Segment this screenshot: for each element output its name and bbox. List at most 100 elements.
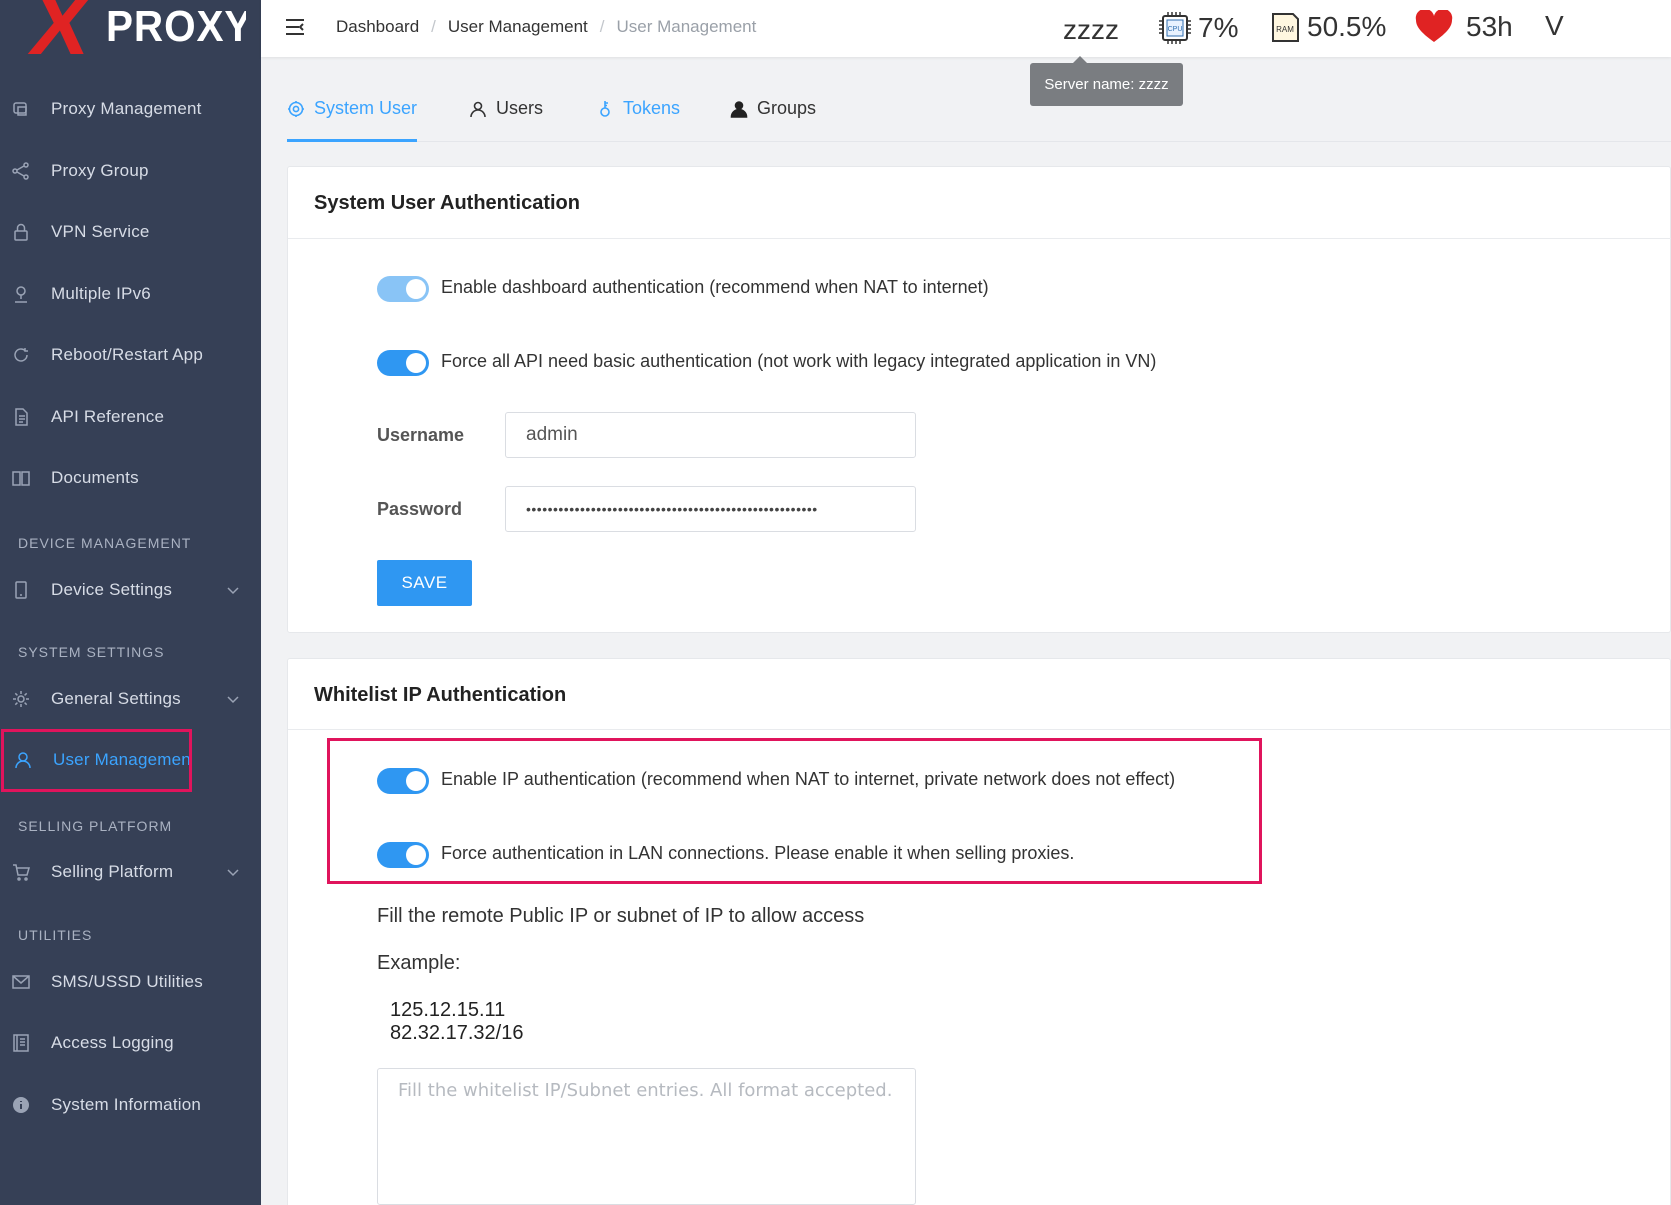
username-label: Username: [377, 425, 465, 445]
tab-label: System User: [314, 98, 418, 118]
sidebar-item-device-settings[interactable]: Device Settings: [0, 562, 261, 618]
example-label: Example:: [377, 952, 461, 974]
ram-value: 50.5%: [1307, 11, 1387, 42]
ram-stat: RAM 50.5%: [1269, 10, 1386, 44]
sidebar-item-label: Multiple IPv6: [51, 284, 151, 303]
example-ip-1: 125.12.15.11: [390, 999, 506, 1021]
sidebar-item-label: Access Logging: [51, 1033, 174, 1052]
toggle-api-basic-auth[interactable]: [377, 350, 429, 376]
sidebar-item-label: General Settings: [51, 689, 181, 708]
uptime-value: 53h: [1466, 11, 1513, 42]
sidebar-item-label: VPN Service: [51, 222, 150, 241]
document-icon: [10, 406, 32, 428]
username-field[interactable]: admin: [505, 412, 916, 458]
log-icon: [10, 1032, 32, 1054]
cpu-value: 7%: [1198, 12, 1239, 43]
heart-icon: [1415, 10, 1453, 42]
user-icon: [470, 101, 486, 117]
whitelist-hint: Fill the remote Public IP or subnet of I…: [377, 905, 865, 927]
password-field[interactable]: ••••••••••••••••••••••••••••••••••••••••…: [505, 486, 916, 532]
sidebar-section-device-management: DEVICE MANAGEMENT: [18, 535, 192, 551]
sidebar-item-label: System Information: [51, 1095, 202, 1114]
sidebar-item-access-logging[interactable]: Access Logging: [0, 1015, 261, 1071]
share-icon: [10, 160, 32, 182]
toggle-dashboard-auth[interactable]: [377, 276, 429, 302]
sidebar-item-label: API Reference: [51, 407, 165, 426]
toggle-dashboard-auth-label: Enable dashboard authentication (recomme…: [441, 277, 989, 297]
logo[interactable]: X PROXY: [26, 0, 246, 56]
breadcrumb-user-management[interactable]: User Management: [448, 17, 588, 37]
sidebar-item-multiple-ipv6[interactable]: Multiple IPv6: [0, 266, 261, 322]
sidebar-item-sms-ussd[interactable]: SMS/USSD Utilities: [0, 954, 261, 1010]
menu-toggle-icon[interactable]: [284, 16, 306, 38]
tab-users[interactable]: Users: [469, 98, 543, 119]
sidebar-item-general-settings[interactable]: General Settings: [0, 671, 261, 727]
sidebar-item-documents[interactable]: Documents: [0, 450, 261, 506]
sidebar: X PROXY Proxy Management Proxy Group VPN…: [0, 0, 261, 1205]
gear-icon: [10, 688, 32, 710]
active-tab-indicator: [287, 139, 417, 142]
svg-text:RAM: RAM: [1276, 25, 1294, 34]
user-filled-icon: [730, 100, 748, 118]
card-title: System User Authentication: [314, 192, 580, 214]
toggle-api-basic-auth-label: Force all API need basic authentication …: [441, 351, 1157, 371]
chevron-down-icon: [225, 864, 241, 880]
cpu-icon: CPU: [1159, 12, 1191, 44]
cart-icon: [10, 861, 32, 883]
save-button[interactable]: SAVE: [377, 560, 472, 606]
tab-groups[interactable]: Groups: [730, 98, 816, 119]
sidebar-item-selling-platform[interactable]: Selling Platform: [0, 844, 261, 900]
tab-tokens[interactable]: Tokens: [596, 98, 680, 119]
sidebar-item-label: Device Settings: [51, 580, 173, 599]
ram-icon: RAM: [1272, 13, 1299, 42]
sidebar-item-api-reference[interactable]: API Reference: [0, 389, 261, 445]
example-ip-2: 82.32.17.32/16: [390, 1022, 524, 1044]
gear-icon: [288, 100, 304, 117]
tab-bar: System User Users Tokens Groups: [287, 82, 1671, 142]
logo-text: PROXY: [106, 2, 246, 51]
tab-system-user[interactable]: System User: [287, 98, 417, 119]
key-icon: [600, 100, 610, 117]
breadcrumb-separator: /: [599, 17, 605, 36]
breadcrumb: Dashboard / User Management / User Manag…: [336, 17, 756, 37]
sidebar-item-label: SMS/USSD Utilities: [51, 972, 203, 991]
sidebar-item-label: Proxy Management: [51, 99, 202, 118]
sidebar-item-label: Proxy Group: [51, 161, 149, 180]
user-management-highlight-box: [1, 729, 192, 792]
server-name[interactable]: zzzz: [1063, 14, 1119, 46]
sidebar-item-system-information[interactable]: System Information: [0, 1077, 261, 1133]
card-divider: [288, 729, 1671, 730]
version-partial: V: [1545, 10, 1564, 41]
chevron-down-icon: [225, 582, 241, 598]
tablet-icon: [10, 579, 32, 601]
whitelist-textarea[interactable]: Fill the whitelist IP/Subnet entries. Al…: [377, 1068, 916, 1205]
card-title: Whitelist IP Authentication: [314, 684, 567, 706]
sidebar-section-selling-platform: SELLING PLATFORM: [18, 818, 173, 834]
card-divider: [288, 238, 1671, 239]
refresh-icon: [10, 344, 32, 366]
proxy-management-icon: [10, 98, 32, 120]
chevron-down-icon: [225, 691, 241, 707]
sidebar-item-proxy-management[interactable]: Proxy Management: [0, 81, 261, 137]
svg-text:CPU: CPU: [1168, 26, 1183, 33]
app-root: X PROXY Proxy Management Proxy Group VPN…: [0, 0, 1671, 1205]
breadcrumb-separator: /: [431, 17, 436, 36]
cpu-stat: CPU 7%: [1158, 10, 1238, 46]
toggle-knob: [406, 279, 426, 299]
mail-icon: [10, 971, 32, 993]
info-icon: [10, 1094, 32, 1116]
sidebar-section-system-settings: SYSTEM SETTINGS: [18, 644, 165, 660]
sidebar-item-label: Documents: [51, 468, 139, 487]
logo-x-mark: X: [26, 0, 96, 56]
toggle-knob: [406, 353, 426, 373]
book-icon: [10, 467, 32, 489]
sidebar-item-label: Reboot/Restart App: [51, 345, 203, 364]
sidebar-item-reboot-restart[interactable]: Reboot/Restart App: [0, 327, 261, 383]
tab-label: Tokens: [623, 98, 681, 118]
breadcrumb-dashboard[interactable]: Dashboard: [336, 17, 419, 37]
lock-icon: [10, 221, 32, 243]
sidebar-item-vpn-service[interactable]: VPN Service: [0, 204, 261, 260]
user-pin-icon: [10, 283, 32, 305]
sidebar-item-proxy-group[interactable]: Proxy Group: [0, 143, 261, 199]
uptime-stat: 53h: [1414, 10, 1513, 44]
